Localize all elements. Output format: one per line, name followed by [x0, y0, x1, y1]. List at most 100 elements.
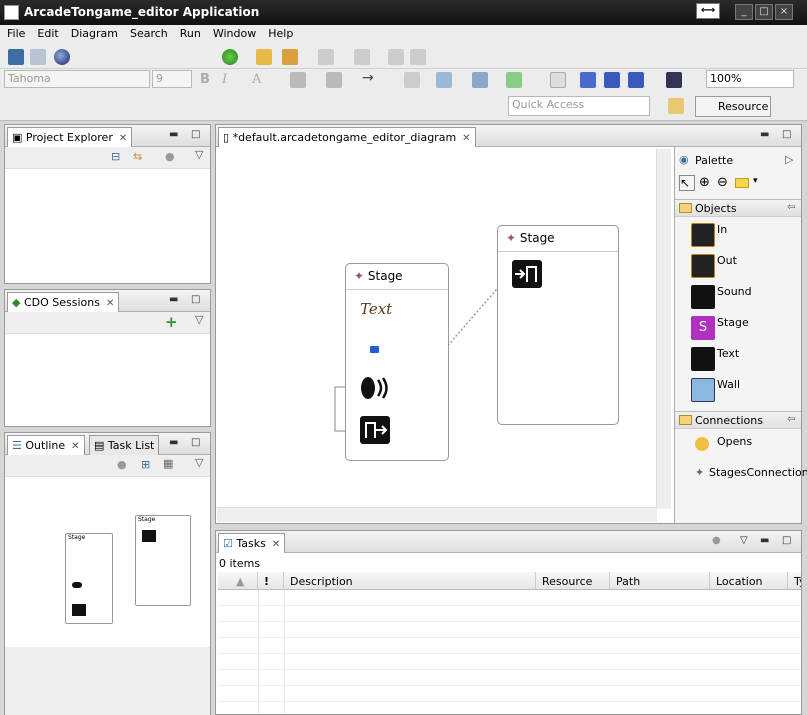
close-icon[interactable]: ✕: [71, 441, 79, 452]
close-icon[interactable]: ✕: [272, 539, 280, 550]
filter-icon[interactable]: ●: [712, 535, 721, 546]
tab-outline[interactable]: ☰ Outline ✕: [7, 435, 85, 455]
line-style-icon[interactable]: →: [362, 70, 374, 86]
select-icon[interactable]: [550, 72, 566, 88]
col-path[interactable]: Path: [610, 572, 710, 590]
close-icon[interactable]: ✕: [106, 298, 114, 309]
pin-icon[interactable]: ⇦: [787, 414, 795, 425]
select-tool-icon[interactable]: ↖: [679, 175, 695, 191]
col-type[interactable]: Ty: [788, 572, 801, 590]
font-name-field[interactable]: Tahoma: [4, 70, 150, 88]
menu-search[interactable]: Search: [123, 25, 173, 40]
tree-icon[interactable]: ⊞: [141, 458, 150, 471]
out-object-icon[interactable]: [360, 416, 390, 444]
fill-color-icon[interactable]: [290, 72, 306, 88]
open-perspective-icon[interactable]: [668, 98, 684, 114]
pin-icon[interactable]: [318, 49, 334, 65]
tab-tasks[interactable]: ☑ Tasks ✕: [218, 533, 286, 553]
perspective-resource-button[interactable]: Resource: [695, 96, 771, 117]
stage-node-right[interactable]: ✦ Stage: [497, 225, 619, 425]
size-icon[interactable]: [628, 72, 644, 88]
hide-palette-icon[interactable]: ▷: [785, 153, 793, 166]
minimize-icon[interactable]: ▬: [169, 129, 178, 140]
maximize-icon[interactable]: □: [191, 437, 200, 448]
menu-edit[interactable]: Edit: [30, 25, 63, 40]
tab-cdo-sessions[interactable]: ◆ CDO Sessions ✕: [7, 292, 120, 312]
wall-object-icon[interactable]: [370, 346, 379, 353]
in-object-icon[interactable]: [512, 260, 542, 288]
col-description[interactable]: Description: [284, 572, 536, 590]
menu-file[interactable]: File: [0, 25, 30, 40]
overview-icon[interactable]: ▦: [163, 457, 173, 470]
note-dropdown-icon[interactable]: ▾: [753, 176, 758, 186]
open-folder-icon[interactable]: [256, 49, 272, 65]
italic-icon[interactable]: I: [222, 72, 227, 87]
note-tool-icon[interactable]: [735, 178, 749, 188]
minimize-icon[interactable]: ▬: [169, 437, 178, 448]
save-all-icon[interactable]: [30, 49, 46, 65]
vertical-scrollbar[interactable]: [656, 149, 671, 509]
collapse-all-icon[interactable]: ⊟: [111, 150, 120, 163]
quick-access-input[interactable]: Quick Access: [508, 96, 650, 116]
view-menu-icon[interactable]: ▽: [195, 148, 203, 161]
add-icon[interactable]: +: [165, 313, 178, 331]
horizontal-scrollbar[interactable]: [217, 507, 657, 522]
link-editor-icon[interactable]: ⇆: [133, 150, 142, 163]
route-icon[interactable]: [604, 72, 620, 88]
menu-diagram[interactable]: Diagram: [64, 25, 123, 40]
tab-diagram-editor[interactable]: ▯ *default.arcadetongame_editor_diagram ✕: [218, 127, 476, 147]
copy-format-icon[interactable]: [404, 72, 420, 88]
zoom-in-icon[interactable]: ⊕: [699, 175, 710, 190]
navigate-icon[interactable]: [354, 49, 370, 65]
maximize-icon[interactable]: □: [191, 294, 200, 305]
tab-project-explorer[interactable]: ▣ Project Explorer ✕: [7, 127, 133, 147]
view-menu-icon[interactable]: ▽: [195, 313, 203, 326]
maximize-icon[interactable]: □: [782, 129, 791, 140]
palette-group-connections[interactable]: Connections ⇦: [675, 411, 801, 429]
minimize-icon[interactable]: ▬: [169, 294, 178, 305]
zoom-out-icon[interactable]: ⊖: [717, 175, 728, 190]
layout-icon[interactable]: [506, 72, 522, 88]
filter-icon[interactable]: ●: [165, 150, 175, 163]
diagram-canvas[interactable]: ✦ Stage Text ✦ Stage: [217, 147, 659, 509]
snap-icon[interactable]: [580, 72, 596, 88]
maximize-icon[interactable]: □: [191, 129, 200, 140]
back-icon[interactable]: [388, 49, 404, 65]
cdo-icon[interactable]: [54, 49, 70, 65]
view-menu-icon[interactable]: ▽: [740, 535, 748, 546]
maximize-button[interactable]: □: [755, 4, 773, 20]
col-priority[interactable]: !: [258, 572, 284, 590]
tool-icon[interactable]: [282, 49, 298, 65]
maximize-icon[interactable]: □: [782, 535, 791, 546]
sound-object-icon[interactable]: [360, 376, 392, 403]
run-icon[interactable]: [222, 49, 238, 65]
close-icon[interactable]: ✕: [462, 133, 470, 144]
minimize-button[interactable]: _: [735, 4, 753, 20]
menu-window[interactable]: Window: [206, 25, 261, 40]
filter-icon[interactable]: ●: [117, 458, 127, 471]
forward-icon[interactable]: [410, 49, 426, 65]
minimize-icon[interactable]: ▬: [760, 535, 769, 546]
stage-node-left[interactable]: ✦ Stage Text: [345, 263, 449, 461]
view-menu-icon[interactable]: ▽: [195, 456, 203, 469]
col-resource[interactable]: Resource: [536, 572, 610, 590]
menu-help[interactable]: Help: [261, 25, 298, 40]
font-color-icon[interactable]: A: [252, 72, 261, 87]
font-size-field[interactable]: 9: [152, 70, 192, 88]
zoom-field[interactable]: 100%: [706, 70, 794, 88]
tab-task-list[interactable]: ▤ Task List: [89, 435, 160, 455]
menu-run[interactable]: Run: [173, 25, 206, 40]
save-icon[interactable]: [8, 49, 24, 65]
arrange-icon[interactable]: [436, 72, 452, 88]
close-icon[interactable]: ✕: [119, 133, 127, 144]
bold-icon[interactable]: B: [200, 72, 210, 87]
pin-icon[interactable]: ⇦: [787, 202, 795, 213]
close-button[interactable]: ×: [775, 4, 793, 20]
text-object-label[interactable]: Text: [360, 300, 392, 318]
align-icon[interactable]: [472, 72, 488, 88]
palette-group-objects[interactable]: Objects ⇦: [675, 199, 801, 217]
col-sort[interactable]: ▲: [218, 572, 258, 590]
minimize-icon[interactable]: ▬: [760, 129, 769, 140]
resize-arrows-icon[interactable]: ⟷: [696, 3, 720, 19]
col-location[interactable]: Location: [710, 572, 788, 590]
